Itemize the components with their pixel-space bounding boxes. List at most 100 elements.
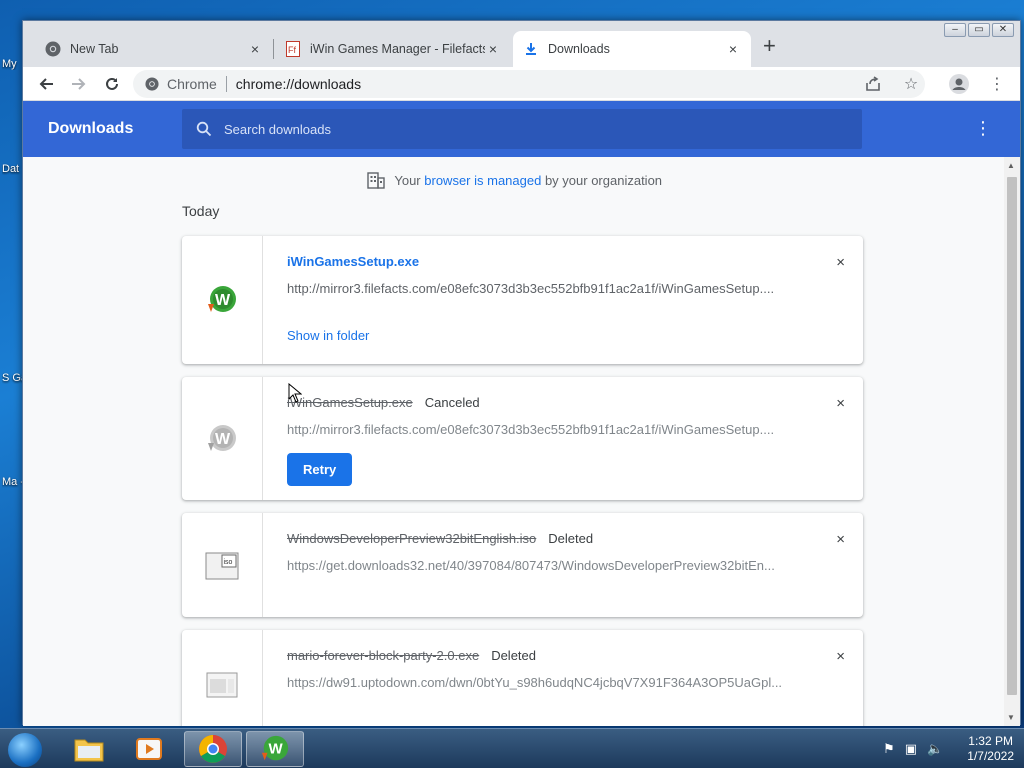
search-icon	[196, 121, 212, 137]
action-center-flag-icon[interactable]: ⚑	[883, 741, 895, 757]
download-item: W iWinGamesSetup.exe http://mirror3.file…	[182, 236, 863, 364]
taskbar-explorer[interactable]	[60, 731, 118, 767]
section-heading-today: Today	[182, 203, 220, 219]
new-tab-button[interactable]: +	[763, 35, 776, 57]
file-icon-column: iso	[182, 513, 263, 617]
taskbar-media-player[interactable]	[120, 731, 178, 767]
close-tab-icon[interactable]: ×	[725, 41, 741, 57]
chrome-icon	[45, 41, 61, 57]
mouse-cursor-icon	[288, 383, 302, 403]
managed-link[interactable]: browser is managed	[424, 173, 541, 188]
chrome-icon	[145, 77, 159, 91]
browser-toolbar: Chrome chrome://downloads ☆ ⋮	[23, 67, 1020, 101]
scroll-down-icon[interactable]: ▼	[1007, 713, 1015, 722]
network-icon[interactable]: ▣	[905, 741, 917, 757]
tab-separator	[273, 39, 274, 59]
folder-icon	[74, 739, 104, 762]
building-icon	[367, 171, 385, 192]
exe-file-icon	[206, 672, 238, 698]
scroll-thumb[interactable]	[1007, 177, 1017, 695]
managed-prefix: Your	[394, 173, 421, 188]
tab-title: Downloads	[548, 42, 610, 56]
minimize-button[interactable]: –	[944, 23, 966, 37]
start-button[interactable]	[8, 733, 42, 767]
bookmark-star-icon[interactable]: ☆	[896, 69, 926, 99]
address-bar[interactable]: Chrome chrome://downloads	[133, 70, 925, 98]
source-url[interactable]: https://get.downloads32.net/40/397084/80…	[287, 558, 813, 573]
desktop-icon-label-4[interactable]: Ma - B	[2, 476, 22, 488]
omnibox-chip: Chrome	[167, 76, 217, 92]
taskbar: W ⚑ ▣ 🔈 1:32 PM 1/7/2022	[0, 728, 1024, 768]
scroll-up-icon[interactable]: ▲	[1007, 161, 1015, 170]
iso-file-icon: iso	[205, 552, 239, 580]
file-icon-column: W	[182, 236, 263, 364]
source-url[interactable]: http://mirror3.filefacts.com/e08efc3073d…	[287, 422, 813, 437]
close-window-button[interactable]: ✕	[992, 23, 1014, 37]
chrome-icon	[199, 735, 227, 763]
svg-text:W: W	[215, 292, 231, 309]
status-label: Deleted	[491, 648, 536, 663]
file-icon-column	[182, 630, 263, 726]
tab-filefacts[interactable]: Ff iWin Games Manager - Filefacts ×	[275, 31, 511, 67]
file-name-link[interactable]: iWinGamesSetup.exe	[287, 254, 419, 269]
back-arrow-icon[interactable]	[31, 69, 61, 99]
taskbar-iwin[interactable]: W	[246, 731, 304, 767]
tab-downloads[interactable]: Downloads ×	[513, 31, 751, 67]
tab-title: iWin Games Manager - Filefacts	[310, 42, 485, 56]
status-label: Canceled	[424, 395, 480, 410]
desktop-icon-label-1[interactable]: My	[2, 58, 22, 70]
system-tray: ⚑ ▣ 🔈 1:32 PM 1/7/2022	[883, 734, 1014, 764]
profile-avatar-icon[interactable]	[944, 69, 974, 99]
download-icon	[523, 41, 539, 57]
page-title: Downloads	[48, 120, 134, 137]
download-details: iWinGamesSetup.exe http://mirror3.filefa…	[287, 254, 813, 343]
file-name: mario-forever-block-party-2.0.exe	[287, 648, 480, 663]
desktop-icon-label-3[interactable]: S Gar	[2, 372, 22, 384]
source-url[interactable]: https://dw91.uptodown.com/dwn/0btYu_s98h…	[287, 675, 813, 690]
file-name: iWinGamesSetup.exe	[287, 395, 413, 410]
tab-new-tab[interactable]: New Tab ×	[35, 31, 273, 67]
maximize-button[interactable]: ▭	[968, 23, 990, 37]
volume-icon[interactable]: 🔈	[927, 741, 943, 757]
clock-time: 1:32 PM	[968, 734, 1013, 748]
browser-window: – ▭ ✕ New Tab × Ff iWin Games Manager - …	[22, 20, 1021, 726]
desktop-icon-label-2[interactable]: Dat	[2, 163, 22, 175]
more-actions-icon[interactable]: ⋮	[974, 119, 992, 137]
tab-title: New Tab	[70, 42, 119, 56]
share-icon[interactable]	[858, 69, 888, 99]
remove-item-icon[interactable]: ×	[836, 395, 845, 412]
managed-suffix: by your organization	[544, 173, 663, 188]
svg-text:iso: iso	[224, 559, 233, 566]
managed-notice: Your browser is managed by your organiza…	[23, 171, 1006, 192]
search-input[interactable]: Search downloads	[182, 109, 862, 149]
filefacts-favicon-icon: Ff	[285, 41, 301, 57]
download-details: iWinGamesSetup.exe Canceled http://mirror…	[287, 395, 813, 486]
close-tab-icon[interactable]: ×	[485, 41, 501, 57]
downloads-header: Downloads Search downloads ⋮	[23, 101, 1020, 157]
omnibox-divider	[225, 76, 227, 92]
reload-icon[interactable]	[97, 69, 127, 99]
remove-item-icon[interactable]: ×	[836, 254, 845, 271]
file-icon-column: W	[182, 377, 263, 500]
downloads-list: Your browser is managed by your organiza…	[23, 157, 1020, 726]
close-tab-icon[interactable]: ×	[247, 41, 263, 57]
taskbar-chrome[interactable]	[184, 731, 242, 767]
iwin-app-icon: W	[208, 286, 236, 312]
status-label: Deleted	[548, 531, 594, 546]
retry-button[interactable]: Retry	[287, 453, 353, 486]
source-url[interactable]: http://mirror3.filefacts.com/e08efc3073d…	[287, 281, 813, 296]
tab-strip: – ▭ ✕ New Tab × Ff iWin Games Manager - …	[23, 21, 1020, 67]
svg-text:Ff: Ff	[288, 45, 296, 55]
forward-arrow-icon[interactable]	[64, 69, 94, 99]
vertical-scrollbar[interactable]: ▲ ▼	[1004, 157, 1020, 726]
clock[interactable]: 1:32 PM 1/7/2022	[967, 734, 1014, 764]
omnibox-url[interactable]: chrome://downloads	[236, 76, 361, 92]
toolbar-actions: ☆ ⋮	[858, 69, 1012, 99]
show-in-folder-link[interactable]: Show in folder	[287, 328, 369, 343]
remove-item-icon[interactable]: ×	[836, 648, 845, 665]
svg-text:W: W	[215, 431, 231, 448]
download-item: iso WindowsDeveloperPreview32bitEnglish.…	[182, 513, 863, 617]
download-details: mario-forever-block-party-2.0.exe Deleted…	[287, 648, 813, 690]
remove-item-icon[interactable]: ×	[836, 531, 845, 548]
kebab-menu-icon[interactable]: ⋮	[982, 69, 1012, 99]
